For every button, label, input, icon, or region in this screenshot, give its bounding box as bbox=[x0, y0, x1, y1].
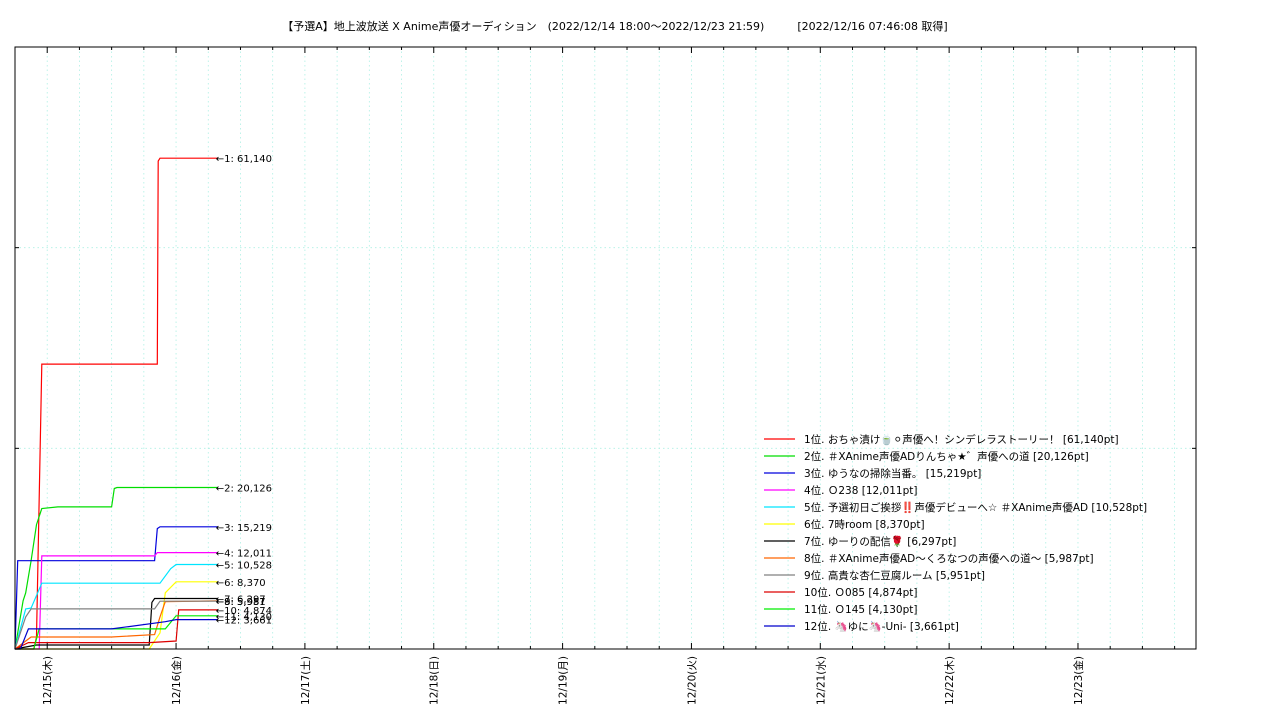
legend-label-2: 2位. ＃XAnime声優ADりんちゃ★゛声優への道 [20,126pt] bbox=[804, 450, 1089, 463]
series-line-7 bbox=[14, 597, 218, 650]
legend-label-9: 9位. 高貴な杏仁豆腐ルーム [5,951pt] bbox=[804, 569, 985, 582]
x-tick-label: 12/19(月) bbox=[558, 656, 570, 705]
series-line-8 bbox=[14, 600, 218, 650]
legend-label-1: 1位. おちゃ漬け🍵⚪声優へ！シンデレラストーリー！ [61,140pt] bbox=[804, 433, 1119, 446]
series-layer bbox=[14, 157, 218, 650]
series-line-3 bbox=[14, 526, 218, 650]
legend-label-7: 7位. ゆーりの配信🌹 [6,297pt] bbox=[804, 535, 956, 548]
series-line-11 bbox=[15, 615, 218, 650]
legend-label-6: 6位. 7時room [8,370pt] bbox=[804, 518, 925, 531]
series-line-9 bbox=[14, 600, 218, 650]
x-tick-label: 12/22(木) bbox=[944, 656, 956, 705]
end-label-5: ←5: 10,528 bbox=[216, 560, 272, 571]
x-tick-label: 12/18(日) bbox=[429, 656, 441, 705]
series-line-2 bbox=[14, 486, 218, 650]
end-label-4: ←4: 12,011 bbox=[216, 549, 272, 560]
legend: 1位. おちゃ漬け🍵⚪声優へ！シンデレラストーリー！ [61,140pt] 2位.… bbox=[764, 433, 1147, 633]
end-label-1: ←1: 61,140 bbox=[216, 154, 272, 165]
x-tick-label: 12/23(金) bbox=[1072, 656, 1085, 705]
x-tick-label: 12/15(木) bbox=[42, 656, 54, 705]
legend-label-4: 4位. Ｏ238 [12,011pt] bbox=[804, 484, 917, 497]
x-tick-label: 12/16(金) bbox=[170, 656, 183, 705]
plot-area: 12/15(木) 12/16(金) 12/17(土) 12/18(日) 12/19(月)… bbox=[14, 46, 1197, 705]
legend-label-5: 5位. 予選初日ご挨拶‼️声優デビューへ☆ ＃XAnime声優AD [10,52… bbox=[804, 501, 1147, 514]
legend-label-11: 11位. Ｏ145 [4,130pt] bbox=[804, 603, 917, 616]
end-label-3: ←3: 15,219 bbox=[216, 523, 272, 534]
legend-label-12: 12位. 🦄ゆに🦄-Uni- [3,661pt] bbox=[804, 620, 959, 633]
legend-label-8: 8位. ＃XAnime声優AD〜くろなつの声優への道〜 [5,987pt] bbox=[804, 552, 1094, 565]
x-axis: 12/15(木) 12/16(金) 12/17(土) 12/18(日) 12/19(月)… bbox=[42, 656, 1085, 705]
series-line-1 bbox=[15, 157, 218, 650]
end-label-6: ←6: 8,370 bbox=[216, 578, 266, 589]
legend-label-3: 3位. ゆうなの掃除当番。 [15,219pt] bbox=[804, 467, 981, 480]
end-label-2: ←2: 20,126 bbox=[216, 483, 272, 494]
x-tick-label: 12/17(土) bbox=[299, 656, 312, 705]
end-label-12: ←12: 3,661 bbox=[216, 616, 272, 627]
legend-label-10: 10位. Ｏ085 [4,874pt] bbox=[804, 586, 917, 599]
x-tick-label: 12/20(火) bbox=[686, 656, 698, 705]
x-tick-label: 12/21(水) bbox=[815, 656, 827, 705]
end-labels: ←1: 61,140 ←2: 20,126 ←3: 15,219 ←4: 12,011… bbox=[216, 154, 272, 626]
